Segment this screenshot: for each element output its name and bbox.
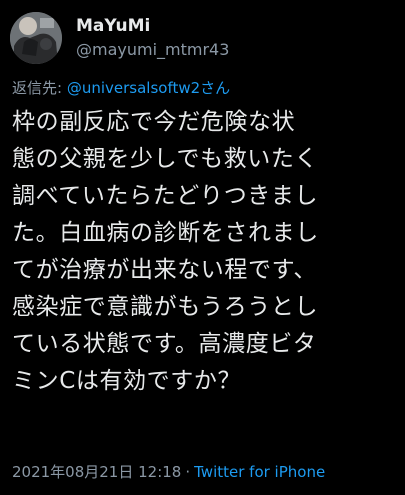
tweet-text-line: ている状態です。高濃度ビタ [12,331,317,357]
tweet-text-line: 態の父親を少しでも救いたく [12,146,319,172]
tweet-header: MaYuMi @mayumi_mtmr43 [10,10,395,66]
profile-photo-icon [10,12,62,64]
tweet-text-line: てが治療が出来ない程です、 [12,257,317,283]
reply-context: 返信先: @universalsoftw2さん [12,78,230,98]
user-names: MaYuMi @mayumi_mtmr43 [76,15,229,61]
display-name[interactable]: MaYuMi [76,15,229,37]
tweet-timestamp[interactable]: 2021年08月21日 12:18 [12,463,181,481]
tweet-text-line: 感染症で意識がもうろうとし [12,294,319,320]
avatar[interactable] [10,12,62,64]
tweet-text-line: 調べていたらたどりつきまし [12,183,319,209]
tweet-detail: MaYuMi @mayumi_mtmr43 返信先: @universalsof… [0,0,405,495]
tweet-text-line: 枠の副反応で今だ危険な状 [12,109,296,135]
tweet-text-line: ミンCは有効ですか？ [12,368,242,394]
reply-mention-link[interactable]: @universalsoftw2さん [67,79,230,97]
meta-separator: · [185,463,191,481]
tweet-text: 枠の副反応で今だ危険な状 態の父親を少しでも救いたく 調べていたらたどりつきまし… [12,104,396,400]
reply-prefix: 返信先: [12,79,63,97]
tweet-text-line: た。白血病の診断をされまし [12,220,319,246]
tweet-source-link[interactable]: Twitter for iPhone [194,463,325,481]
tweet-meta: 2021年08月21日 12:18 · Twitter for iPhone [12,462,325,482]
user-handle[interactable]: @mayumi_mtmr43 [76,39,229,61]
